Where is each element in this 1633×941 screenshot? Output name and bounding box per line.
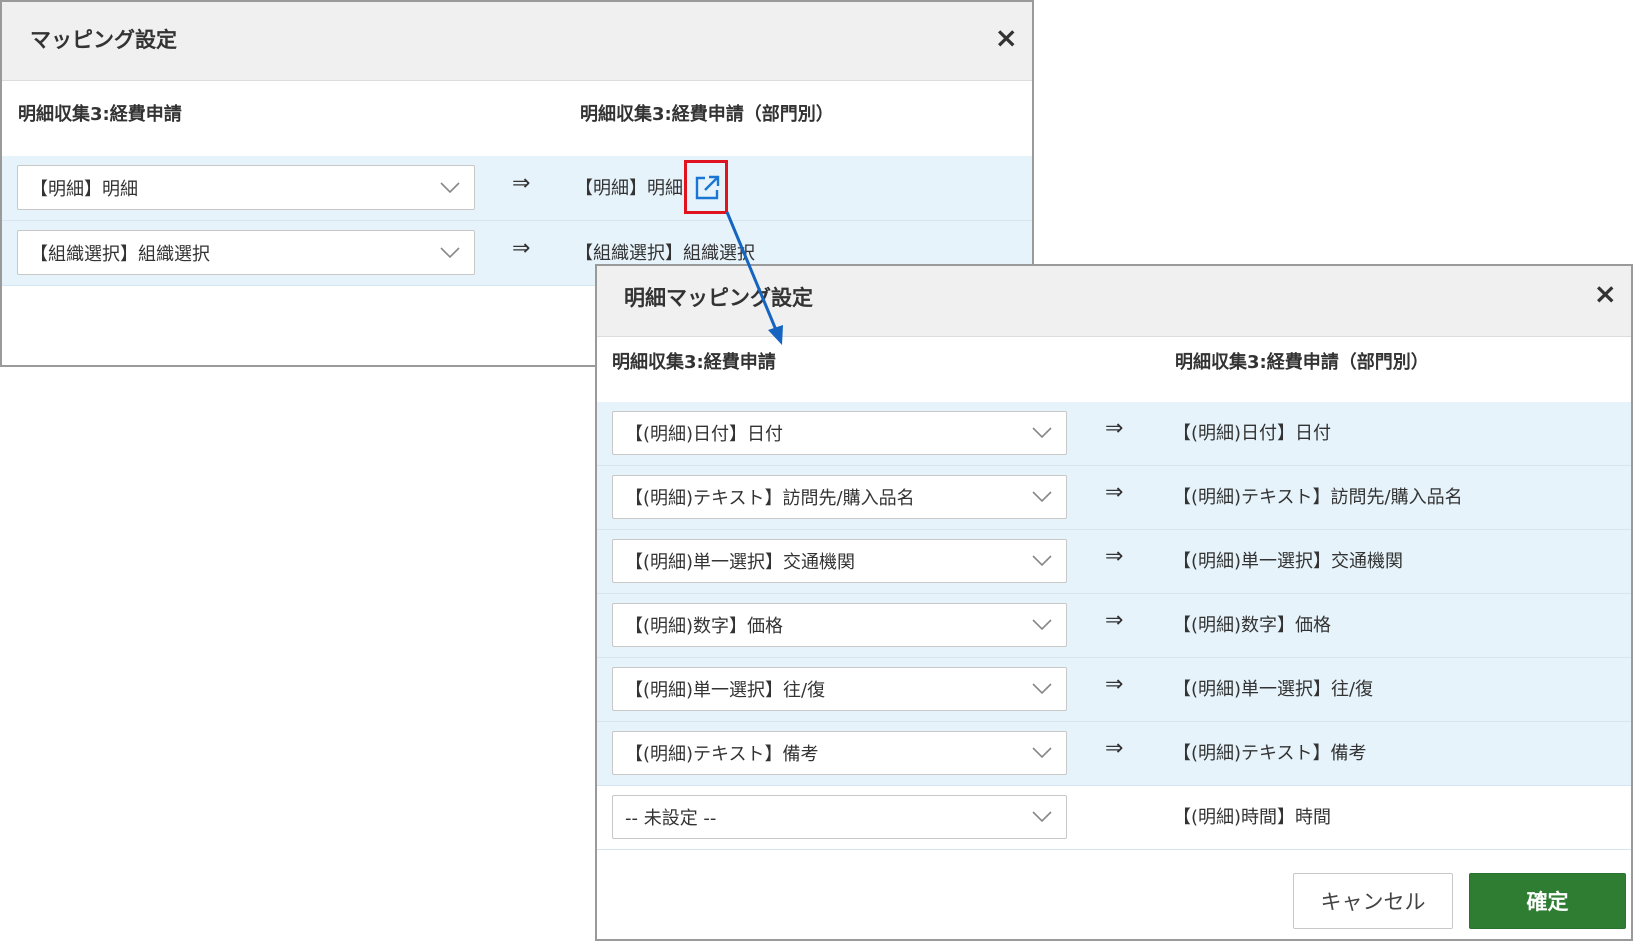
mapping-row: 【(明細)単一選択】交通機関 ⇒ 【(明細)単一選択】交通機関 (597, 530, 1631, 594)
chevron-down-icon (1032, 555, 1052, 567)
select-value: 【(明細)日付】日付 (625, 424, 784, 445)
select-value: 【(明細)数字】価格 (625, 616, 784, 637)
chevron-down-icon (1032, 619, 1052, 631)
source-field-select[interactable]: 【組織選択】組織選択 (17, 230, 475, 275)
target-field-label: 【(明細)数字】価格 (1173, 615, 1332, 636)
close-icon[interactable]: × (995, 24, 1018, 52)
mapping-row: 【(明細)テキスト】訪問先/購入品名 ⇒ 【(明細)テキスト】訪問先/購入品名 (597, 466, 1631, 530)
source-field-select[interactable]: 【(明細)数字】価格 (612, 603, 1067, 647)
select-value: 【(明細)テキスト】訪問先/購入品名 (625, 488, 915, 509)
source-field-select[interactable]: 【明細】明細 (17, 165, 475, 210)
select-value: 【(明細)単一選択】交通機関 (625, 552, 856, 573)
target-field-label: 【(明細)テキスト】訪問先/購入品名 (1173, 487, 1463, 508)
source-field-select[interactable]: 【(明細)単一選択】交通機関 (612, 539, 1067, 583)
target-field-label: 【(明細)日付】日付 (1173, 423, 1332, 444)
chevron-down-icon (1032, 491, 1052, 503)
external-link-icon (695, 175, 720, 200)
chevron-down-icon (440, 246, 460, 258)
select-value: 【(明細)単一選択】往/復 (625, 680, 826, 701)
mapping-row: 【(明細)単一選択】往/復 ⇒ 【(明細)単一選択】往/復 (597, 658, 1631, 722)
select-value: 【(明細)テキスト】備考 (625, 744, 819, 765)
detail-mapping-settings-dialog: 明細マッピング設定 × 明細収集3:経費申請 明細収集3:経費申請（部門別） 【… (595, 264, 1633, 941)
select-value: -- 未設定 -- (625, 808, 717, 829)
target-column-header: 明細収集3:経費申請（部門別） (1175, 352, 1429, 373)
mapping-arrow: ⇒ (1105, 608, 1124, 633)
mapping-arrow: ⇒ (1105, 544, 1124, 569)
chevron-down-icon (1032, 427, 1052, 439)
target-field-label: 【(明細)単一選択】往/復 (1173, 679, 1374, 700)
mapping-arrow: ⇒ (1105, 736, 1124, 761)
mapping-arrow: ⇒ (512, 236, 531, 261)
target-field-label: 【(明細)単一選択】交通機関 (1173, 551, 1404, 572)
target-field-label: 【(明細)テキスト】備考 (1173, 743, 1367, 764)
target-field-label: 【(明細)時間】時間 (1173, 807, 1332, 828)
mapping-arrow: ⇒ (1105, 416, 1124, 441)
target-field-label: 【明細】明細 (575, 178, 683, 199)
chevron-down-icon (440, 181, 460, 193)
dialog-title: 明細マッピング設定 (624, 286, 813, 310)
open-detail-mapping-button[interactable] (684, 160, 728, 214)
mapping-row: 【(明細)数字】価格 ⇒ 【(明細)数字】価格 (597, 594, 1631, 658)
chevron-down-icon (1032, 683, 1052, 695)
chevron-down-icon (1032, 747, 1052, 759)
source-field-select[interactable]: 【(明細)日付】日付 (612, 411, 1067, 455)
close-icon[interactable]: × (1594, 280, 1617, 308)
source-field-select[interactable]: 【(明細)単一選択】往/復 (612, 667, 1067, 711)
dialog-header: 明細マッピング設定 × (597, 266, 1631, 337)
cancel-button[interactable]: キャンセル (1293, 873, 1453, 929)
source-column-header: 明細収集3:経費申請 (18, 104, 182, 125)
source-field-select[interactable]: 【(明細)テキスト】訪問先/購入品名 (612, 475, 1067, 519)
source-column-header: 明細収集3:経費申請 (612, 352, 776, 373)
select-value: 【明細】明細 (30, 178, 138, 200)
confirm-button[interactable]: 確定 (1469, 873, 1626, 929)
dialog-title: マッピング設定 (30, 28, 177, 52)
dialog-header: マッピング設定 × (2, 2, 1032, 81)
mapping-row: -- 未設定 -- 【(明細)時間】時間 (597, 786, 1631, 850)
mapping-row: 【(明細)テキスト】備考 ⇒ 【(明細)テキスト】備考 (597, 722, 1631, 786)
mapping-arrow: ⇒ (1105, 480, 1124, 505)
chevron-down-icon (1032, 811, 1052, 823)
mapping-arrow: ⇒ (512, 171, 531, 196)
mapping-arrow: ⇒ (1105, 672, 1124, 697)
target-column-header: 明細収集3:経費申請（部門別） (580, 104, 834, 125)
select-value: 【組織選択】組織選択 (30, 243, 210, 265)
mapping-row: 【明細】明細 ⇒ 【明細】明細 (2, 156, 1032, 221)
source-field-select[interactable]: 【(明細)テキスト】備考 (612, 731, 1067, 775)
source-field-select[interactable]: -- 未設定 -- (612, 795, 1067, 839)
target-field-label: 【組織選択】組織選択 (575, 243, 755, 264)
mapping-row: 【(明細)日付】日付 ⇒ 【(明細)日付】日付 (597, 402, 1631, 466)
